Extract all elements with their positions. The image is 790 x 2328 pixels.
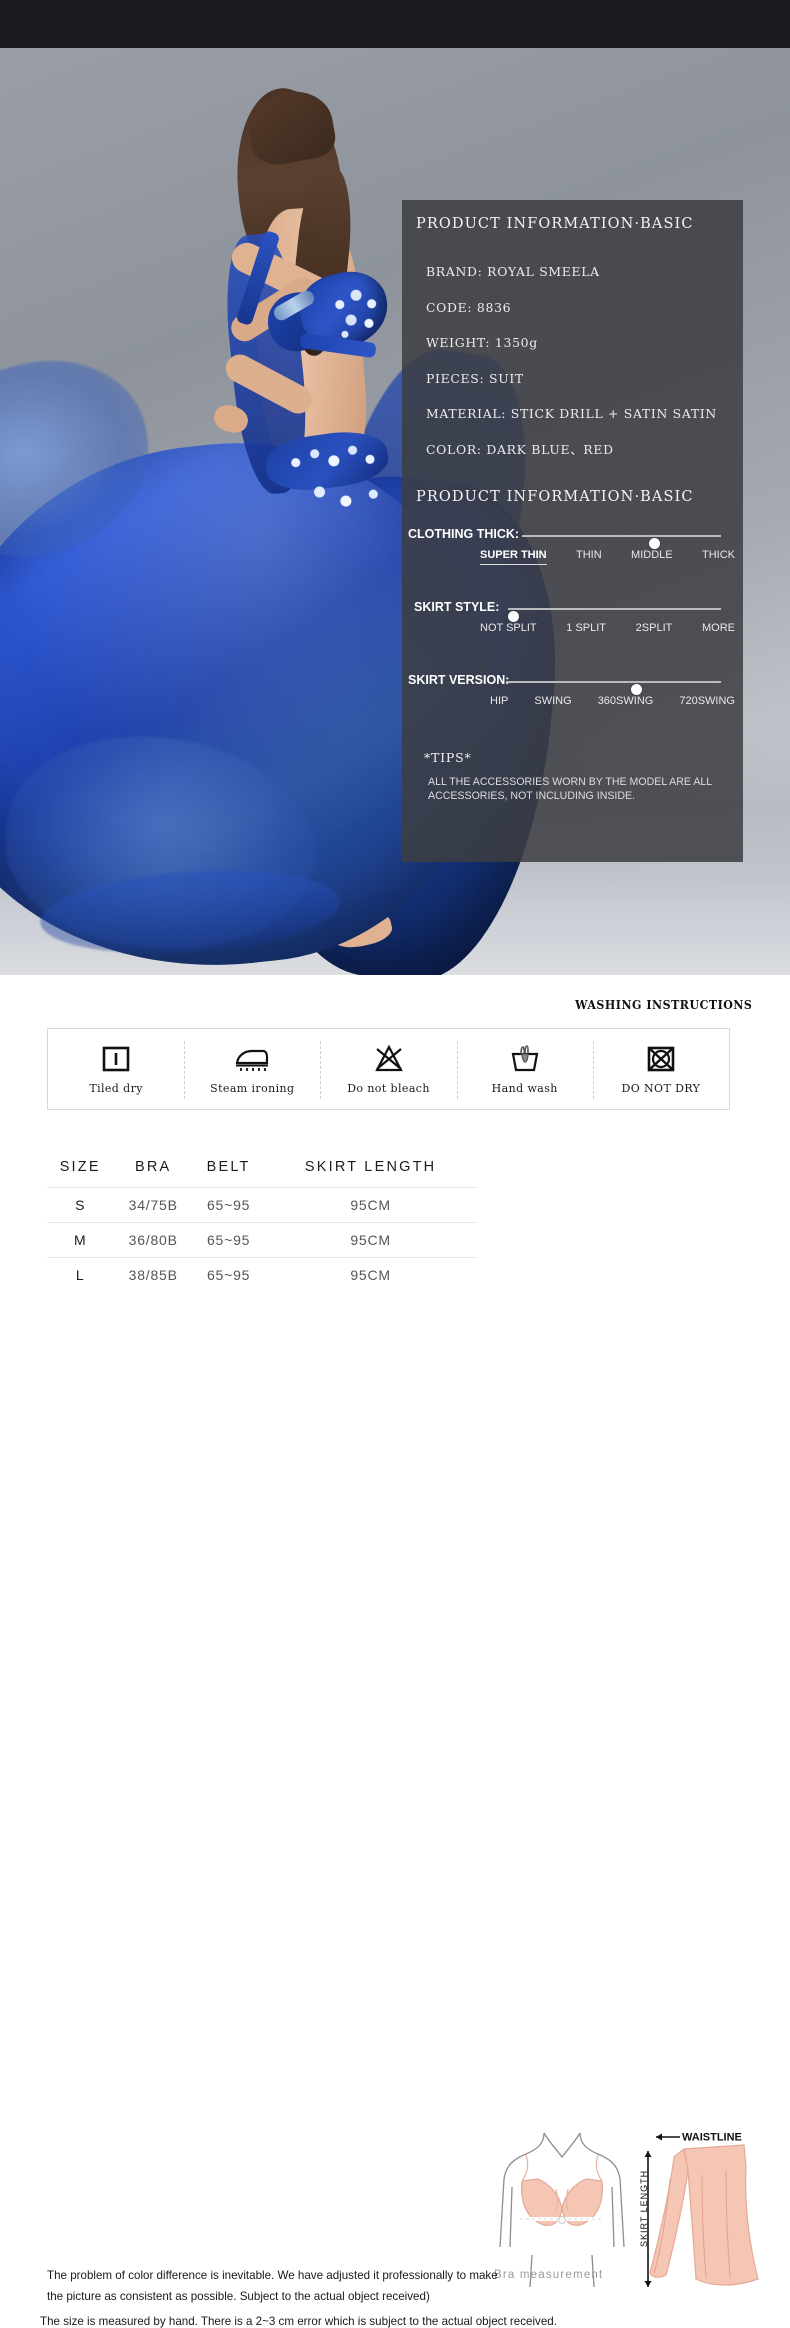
spec-color: COLOR: DARK BLUE、RED [426,441,614,457]
do-not-bleach-icon [374,1044,404,1074]
slider-knob-skirt-style[interactable] [508,611,519,622]
tick-super-thin[interactable]: SUPER THIN [480,549,547,565]
header-belt: BELT [206,1159,251,1175]
spec-pieces: PIECES: SUIT [426,370,524,386]
slider-knob-clothing-thick[interactable] [649,538,661,549]
bra-rhinestones [324,280,392,350]
cell-size: L [47,1257,114,1292]
wash-label-do-not-bleach: Do not bleach [347,1081,430,1095]
slider-ticks-clothing-thick: SUPER THIN THIN MIDDLE THICK [480,549,735,565]
table-row: S 34/75B 65~95 95CM [47,1187,477,1223]
table-row: M 36/80B 65~95 95CM [47,1222,477,1258]
tick-middle[interactable]: MIDDLE [631,549,673,565]
product-information-panel: PRODUCT INFORMATION·BASIC BRAND: ROYAL S… [402,200,743,862]
cell-belt: 65~95 [193,1187,265,1223]
tick-thin[interactable]: THIN [576,549,602,565]
cell-size: S [47,1187,114,1223]
cell-size: M [47,1222,114,1258]
skirt-length-diagram: WAISTLINE SKIRT LENGTH [640,2132,759,2287]
tick-720swing[interactable]: 720SWING [679,695,735,707]
spec-list: BRAND: ROYAL SMEELA CODE: 8836 WEIGHT: 1… [402,232,743,467]
tick-360swing[interactable]: 360SWING [598,695,654,707]
cell-bra: 34/75B [113,1187,194,1223]
tick-hip[interactable]: HIP [490,695,508,707]
waistline-label: WAISTLINE [682,2132,742,2144]
cell-skirt-length: 95CM [264,1257,477,1292]
slider-label-skirt-style: SKIRT STYLE: [414,600,500,614]
tick-1-split[interactable]: 1 SPLIT [566,622,606,634]
hand-wash-icon [509,1044,541,1074]
wash-item-do-not-dry: DO NOT DRY [592,1029,729,1109]
size-table: SIZE BRA BELT SKIRT LENGTH S 34/75B 65~9… [47,1155,477,1292]
header-size: SIZE [59,1159,101,1175]
slider-ticks-skirt-style: NOT SPLIT 1 SPLIT 2SPLIT MORE [480,622,735,634]
slider-skirt-version[interactable]: SKIRT VERSION: HIP SWING 360SWING 720SWI… [408,673,735,721]
panel-title-secondary: PRODUCT INFORMATION·BASIC [416,489,694,505]
cell-bra: 38/85B [113,1257,194,1292]
slider-skirt-style[interactable]: SKIRT STYLE: NOT SPLIT 1 SPLIT 2SPLIT MO… [408,600,735,648]
top-black-bar [0,0,790,48]
tiled-dry-icon [101,1044,131,1074]
tick-not-split[interactable]: NOT SPLIT [480,622,537,634]
wash-label-hand-wash: Hand wash [491,1081,558,1095]
skirt-length-label: SKIRT LENGTH [640,2170,649,2247]
tick-2-split[interactable]: 2SPLIT [636,622,673,634]
color-difference-note: The problem of color difference is inevi… [47,2269,498,2303]
wash-item-tiled-dry: Tiled dry [48,1029,184,1109]
tips-body: ALL THE ACCESSORIES WORN BY THE MODEL AR… [428,776,712,802]
cell-belt: 65~95 [193,1257,265,1292]
tick-more[interactable]: MORE [702,622,735,634]
washing-instructions-title: WASHING INSTRUCTIONS [574,997,752,1012]
cell-belt: 65~95 [193,1222,265,1258]
slider-track-clothing-thick[interactable] [522,535,721,549]
wash-item-do-not-bleach: Do not bleach [320,1029,456,1109]
table-header-row: SIZE BRA BELT SKIRT LENGTH [47,1155,477,1188]
slider-ticks-skirt-version: HIP SWING 360SWING 720SWING [490,695,735,707]
do-not-dry-icon [646,1044,676,1074]
wash-label-do-not-dry: DO NOT DRY [621,1081,701,1095]
spec-brand: BRAND: ROYAL SMEELA [426,264,600,279]
table-row: L 38/85B 65~95 95CM [47,1257,477,1292]
slider-track-skirt-version[interactable] [506,681,721,695]
header-bra: BRA [135,1159,172,1175]
size-measurement-note: The size is measured by hand. There is a… [40,2315,557,2328]
cell-skirt-length: 95CM [264,1187,477,1223]
slider-label-skirt-version: SKIRT VERSION: [408,673,510,687]
wash-item-steam-ironing: Steam ironing [184,1029,320,1109]
cell-bra: 36/80B [113,1222,194,1258]
tick-thick[interactable]: THICK [702,549,735,565]
option-sliders: CLOTHING THICK: SUPER THIN THIN MIDDLE T… [402,505,743,721]
wash-item-hand-wash: Hand wash [456,1029,593,1109]
wash-label-tiled-dry: Tiled dry [89,1081,143,1095]
steam-ironing-icon [233,1044,271,1074]
belt-rhinestones-lower [298,474,398,522]
wash-label-steam-ironing: Steam ironing [210,1081,295,1095]
slider-label-clothing-thick: CLOTHING THICK: [408,527,520,541]
spec-weight: WEIGHT: 1350g [426,335,538,350]
info-section: WASHING INSTRUCTIONS Tiled dry Steam iro… [0,975,790,2328]
washing-instructions-box: Tiled dry Steam ironing Do not bleach Ha… [47,1028,730,1110]
measurement-diagrams: Bra measurement WAISTLINE SKIRT LENGTH [492,2127,772,2302]
cell-skirt-length: 95CM [264,1222,477,1258]
tips-title: *TIPS* [424,750,472,765]
slider-knob-skirt-version[interactable] [630,684,642,695]
header-skirt-length: SKIRT LENGTH [304,1159,437,1175]
tick-swing[interactable]: SWING [534,695,571,707]
panel-title: PRODUCT INFORMATION·BASIC [416,216,694,232]
slider-clothing-thick[interactable]: CLOTHING THICK: SUPER THIN THIN MIDDLE T… [408,527,735,575]
spec-code: CODE: 8836 [426,299,512,315]
slider-track-skirt-style[interactable] [508,608,721,622]
spec-material: MATERIAL: STICK DRILL + SATIN SATIN [426,406,717,421]
